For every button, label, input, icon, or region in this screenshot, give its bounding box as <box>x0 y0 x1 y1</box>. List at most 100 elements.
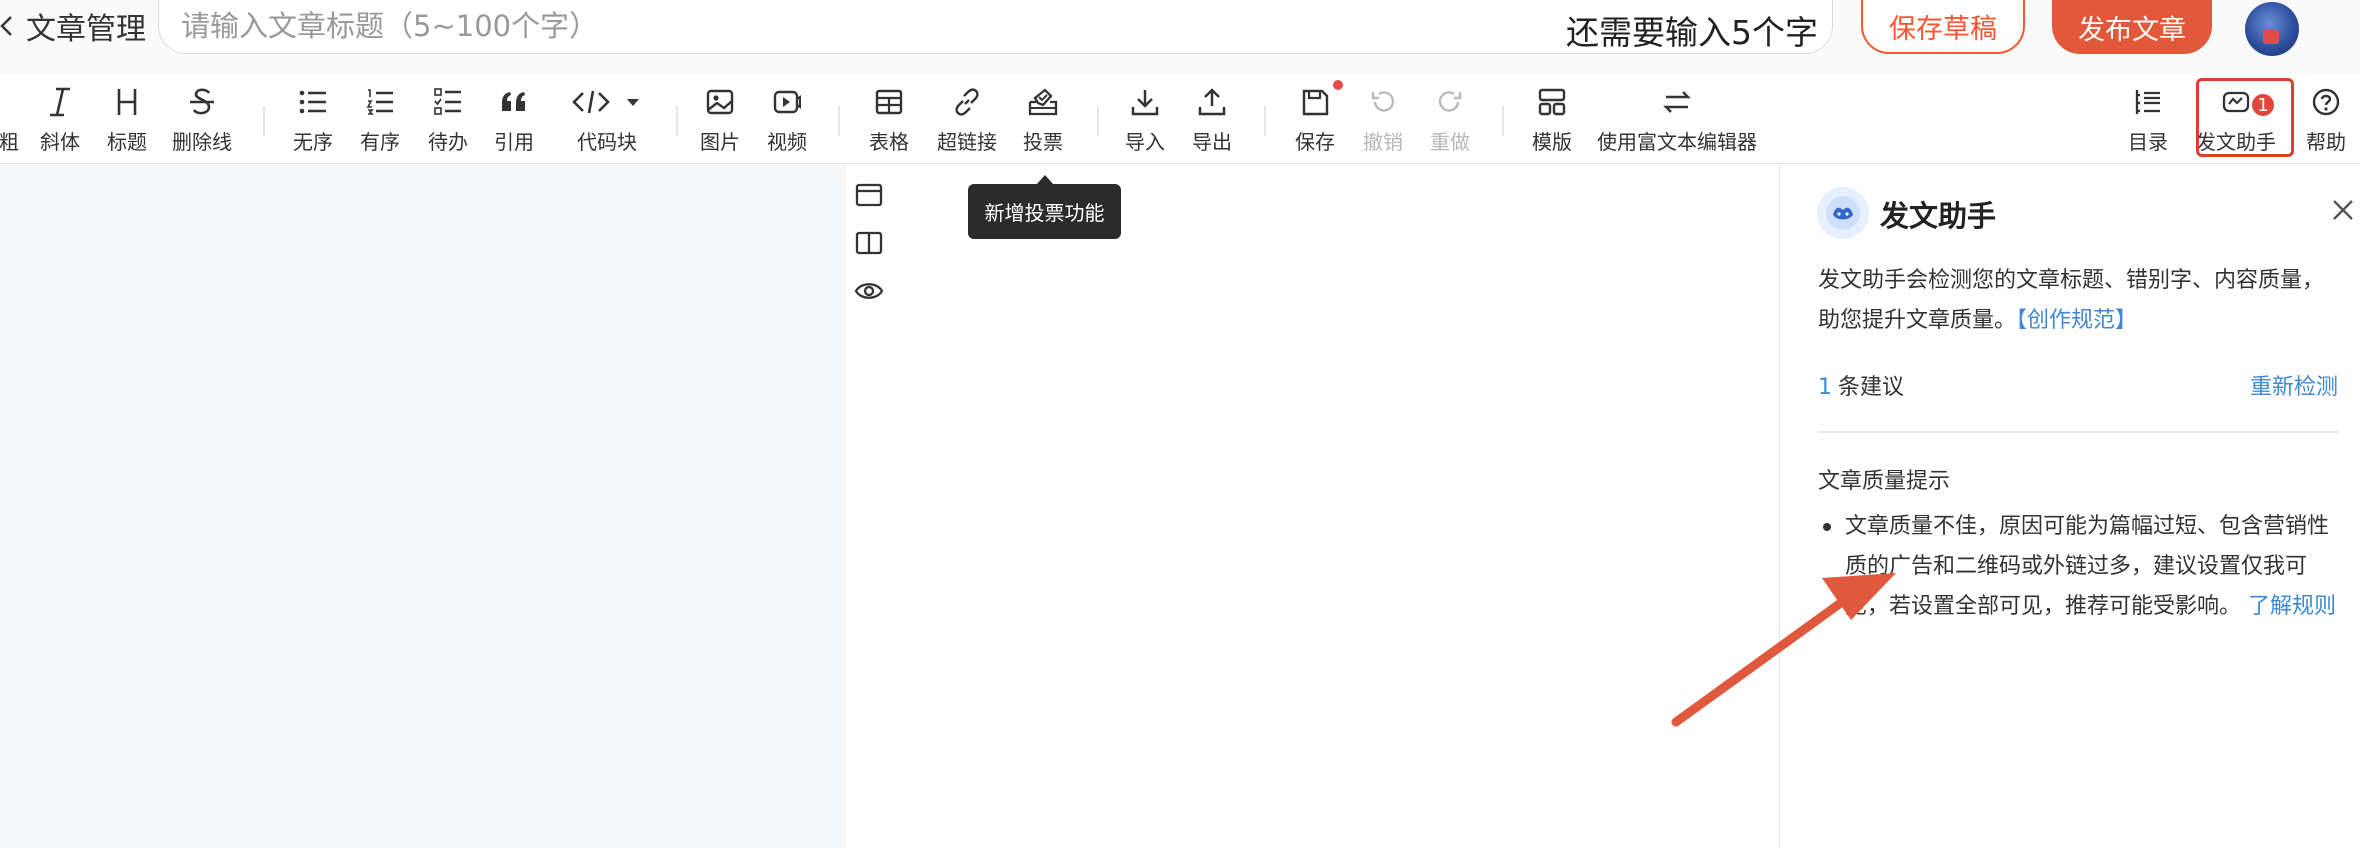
tool-quote[interactable]: 引用 <box>494 84 534 156</box>
tool-template[interactable]: 模版 <box>1532 84 1572 156</box>
template-icon <box>1535 84 1569 120</box>
tool-vote[interactable]: 投票 <box>1023 84 1063 156</box>
tool-switch-rich-editor[interactable]: 使用富文本编辑器 <box>1597 84 1757 156</box>
tool-label: 帮助 <box>2306 130 2346 154</box>
vote-feature-tooltip: 新增投票功能 <box>968 175 1121 239</box>
tool-table[interactable]: 表格 <box>869 84 909 156</box>
close-icon[interactable] <box>2328 195 2358 225</box>
title-char-counter: 还需要输入5个字 <box>1566 13 1818 52</box>
tool-label: 超链接 <box>937 130 997 154</box>
tool-label: 表格 <box>869 130 909 154</box>
tool-import[interactable]: 导入 <box>1125 84 1165 156</box>
unordered-list-icon <box>296 84 330 120</box>
tool-label: 粗 <box>0 130 19 154</box>
toc-icon <box>2131 84 2165 120</box>
tool-label: 代码块 <box>577 130 637 154</box>
video-icon <box>770 84 804 120</box>
toolbar-divider <box>263 106 265 136</box>
undo-icon <box>1366 84 1400 120</box>
user-avatar[interactable] <box>2245 2 2299 56</box>
tool-code-block[interactable]: 代码块 <box>569 84 645 156</box>
learn-rules-link[interactable]: 了解规则 <box>2248 594 2336 619</box>
tool-video[interactable]: 视频 <box>767 84 807 156</box>
strikethrough-icon <box>185 84 219 120</box>
toolbar-divider <box>676 106 678 136</box>
tool-label: 重做 <box>1430 130 1470 154</box>
tool-label: 目录 <box>2128 130 2168 154</box>
panel-title: 发文助手 <box>1880 199 1997 233</box>
editor-toolbar: 粗 斜体 标题 删除线 无序 有序 待办 引用 代码块 图片 视频 表格 超链接… <box>0 74 2360 164</box>
tool-ordered-list[interactable]: 有序 <box>360 84 400 156</box>
tool-label: 引用 <box>494 130 534 154</box>
tool-label: 视频 <box>767 130 807 154</box>
tool-label: 模版 <box>1532 130 1572 154</box>
chevron-left-icon <box>0 15 16 37</box>
image-icon <box>703 84 737 120</box>
assistant-logo-icon <box>1817 187 1869 239</box>
heading-icon <box>110 84 144 120</box>
tool-label: 保存 <box>1295 130 1335 154</box>
article-title-input[interactable] <box>181 4 1481 48</box>
quality-section-title: 文章质量提示 <box>1818 469 1951 494</box>
tool-label: 撤销 <box>1363 130 1403 154</box>
redo-icon <box>1433 84 1467 120</box>
tool-label: 导出 <box>1192 130 1232 154</box>
view-mode-switcher <box>852 178 886 322</box>
code-block-icon <box>569 84 645 120</box>
save-draft-button[interactable]: 保存草稿 <box>1861 0 2025 54</box>
tool-image[interactable]: 图片 <box>700 84 740 156</box>
tool-label: 使用富文本编辑器 <box>1597 130 1757 154</box>
tool-label: 删除线 <box>172 130 232 154</box>
panel-description: 发文助手会检测您的文章标题、错别字、内容质量，助您提升文章质量。【创作规范】 <box>1818 261 2338 341</box>
tool-italic[interactable]: 斜体 <box>40 84 80 156</box>
tool-label: 无序 <box>293 130 333 154</box>
creation-guidelines-link[interactable]: 【创作规范】 <box>2016 308 2137 333</box>
bullet-dot <box>1823 523 1831 531</box>
tool-hyperlink[interactable]: 超链接 <box>937 84 997 156</box>
tool-label: 待办 <box>428 130 468 154</box>
table-icon <box>872 84 906 120</box>
toolbar-divider <box>838 106 840 136</box>
panel-divider <box>1818 431 2338 433</box>
markdown-editor-pane[interactable] <box>0 165 846 848</box>
tool-export[interactable]: 导出 <box>1192 84 1232 156</box>
toolbar-divider <box>1097 106 1099 136</box>
suggestion-count: 1 <box>1818 375 1832 400</box>
todo-list-icon <box>431 84 465 120</box>
tool-undo[interactable]: 撤销 <box>1363 84 1403 156</box>
tool-redo[interactable]: 重做 <box>1430 84 1470 156</box>
quote-icon <box>497 84 531 120</box>
vote-icon <box>1026 84 1060 120</box>
tool-label: 图片 <box>700 130 740 154</box>
publish-assistant-panel: 发文助手 发文助手会检测您的文章标题、错别字、内容质量，助您提升文章质量。【创作… <box>1779 165 2360 848</box>
unsaved-dot <box>1333 80 1343 90</box>
tool-unordered-list[interactable]: 无序 <box>293 84 333 156</box>
recheck-button[interactable]: 重新检测 <box>2250 369 2338 401</box>
tool-heading[interactable]: 标题 <box>107 84 147 156</box>
tool-save[interactable]: 保存 <box>1295 84 1335 156</box>
tool-strikethrough[interactable]: 删除线 <box>172 84 232 156</box>
preview-eye-icon[interactable] <box>852 274 886 308</box>
toolbar-divider <box>1264 106 1266 136</box>
assistant-highlight-frame <box>2196 78 2294 157</box>
toolbar-divider <box>1502 106 1504 136</box>
publish-article-button[interactable]: 发布文章 <box>2052 0 2212 54</box>
tool-label: 投票 <box>1023 130 1063 154</box>
export-icon <box>1195 84 1229 120</box>
save-icon <box>1298 84 1332 120</box>
tool-help[interactable]: 帮助 <box>2306 84 2346 156</box>
switch-editor-icon <box>1660 84 1694 120</box>
suggestion-label: 条建议 <box>1838 375 1905 400</box>
single-column-icon[interactable] <box>852 178 886 212</box>
tool-toc[interactable]: 目录 <box>2128 84 2168 156</box>
link-icon <box>950 84 984 120</box>
ordered-list-icon <box>363 84 397 120</box>
top-header: 文章管理 还需要输入5个字 保存草稿 发布文章 <box>0 0 2360 74</box>
split-view-icon[interactable] <box>852 226 886 260</box>
back-to-article-management[interactable]: 文章管理 <box>0 6 146 47</box>
import-icon <box>1128 84 1162 120</box>
tool-todo-list[interactable]: 待办 <box>428 84 468 156</box>
quality-tip-item: 文章质量不佳，原因可能为篇幅过短、包含营销性质的广告和二维码或外链过多，建议设置… <box>1818 507 2338 627</box>
help-icon <box>2309 84 2343 120</box>
tool-bold[interactable]: 粗 <box>0 84 26 156</box>
